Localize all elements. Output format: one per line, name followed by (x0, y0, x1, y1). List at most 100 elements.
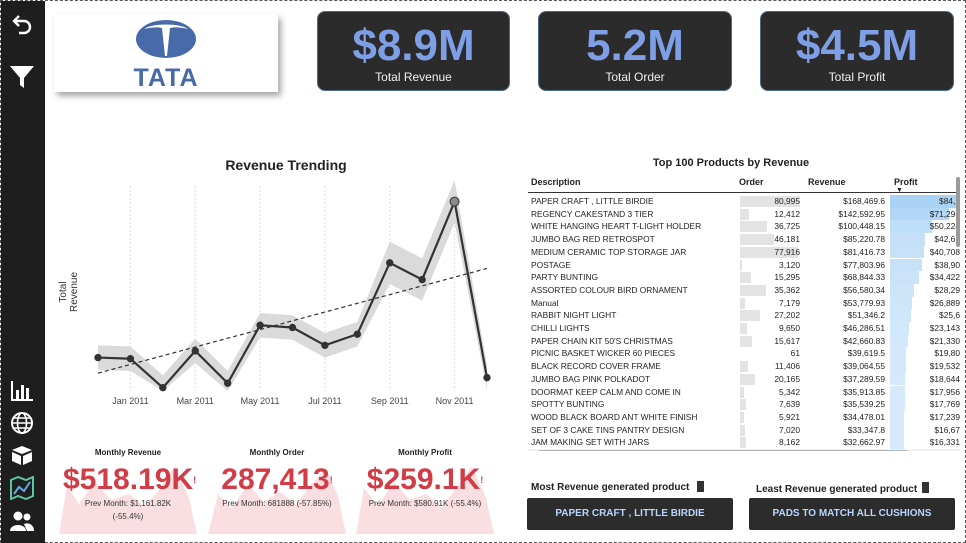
data-point[interactable] (126, 354, 135, 363)
cell-description: RABBIT NIGHT LIGHT (531, 310, 617, 321)
trend-y-axis-label: Total Revenue (58, 271, 80, 313)
cell-profit: $40,708 (929, 246, 960, 257)
column-header-description[interactable]: Description (531, 177, 581, 187)
table-row[interactable]: SPOTTY BUNTING 7,639 $35,539.25 $17,769 (528, 398, 960, 411)
order-bar (740, 234, 775, 246)
cell-revenue: $53,779.93 (843, 297, 885, 308)
data-point[interactable] (191, 347, 199, 355)
order-bar (740, 335, 752, 347)
cell-order: 9,650 (779, 323, 800, 333)
profit-bar (890, 245, 924, 259)
cell-description: PICNIC BASKET WICKER 60 PIECES (531, 348, 676, 359)
table-row[interactable]: BLACK RECORD COVER FRAME 11,406 $39,064.55… (528, 360, 960, 373)
data-point[interactable] (418, 275, 426, 284)
cell-description: SET OF 3 CAKE TINS PANTRY DESIGN (531, 424, 685, 435)
table-row[interactable]: REGENCY CAKESTAND 3 TIER 12,412 $142,592.9… (528, 207, 960, 221)
data-point[interactable] (223, 379, 232, 387)
monthly-order-card: Monthly Order 287,413! Prev Month: 68188… (208, 448, 346, 538)
cell-description: PARTY BUNTING (531, 272, 599, 283)
cell-order: 61 (790, 348, 800, 359)
cell-profit: $17,769 (929, 399, 960, 410)
cell-profit: $28,29 (934, 284, 960, 295)
monthly-card-pct: (-55.4%) (112, 512, 144, 521)
indicator-square-icon (697, 481, 704, 492)
vertical-scrollbar-thumb[interactable] (956, 177, 960, 247)
table-row[interactable]: DOORMAT KEEP CALM AND COME IN 5,342 $35,91… (528, 385, 960, 399)
table-row[interactable]: PAPER CHAIN KIT 50'S CHRISTMAS 15,617 $42,… (528, 334, 960, 348)
cell-order: 15,295 (774, 272, 800, 283)
cell-order: 46,181 (774, 234, 800, 245)
most-revenue-label: Most Revenue generated product (531, 482, 690, 493)
cell-profit: $19,80 (934, 348, 960, 359)
profit-bar (890, 309, 912, 322)
cell-description: POSTAGE (531, 259, 571, 270)
column-header-revenue[interactable]: Revenue (808, 177, 846, 187)
table-row[interactable]: PICNIC BASKET WICKER 60 PIECES 61 $39,619.… (528, 347, 960, 361)
data-point[interactable] (256, 321, 264, 329)
cell-revenue: $35,913.85 (843, 386, 885, 397)
cell-description: PAPER CHAIN KIT 50'S CHRISTMAS (531, 335, 673, 346)
least-revenue-product-button[interactable]: PADS TO MATCH ALL CUSHIONS (749, 498, 955, 530)
kpi-value: 5.2M (586, 21, 684, 70)
table-row[interactable]: MEDIUM CERAMIC TOP STORAGE JAR 77,916 $81,… (528, 245, 960, 259)
back-arrow-icon[interactable] (7, 9, 37, 37)
table-row[interactable]: JUMBO BAG RED RETROSPOT 46,181 $85,220.78 $… (528, 233, 960, 246)
tata-logo-icon (136, 20, 196, 58)
cell-profit: $34,422 (929, 272, 960, 283)
table-row[interactable]: JUMBO BAG PINK POLKADOT 20,165 $37,289.59 $… (528, 372, 960, 386)
cell-profit: $17,956 (929, 386, 960, 397)
revenue-trend-chart[interactable]: Jan 2011 Mar 2011 May 2011 Jul 2011 Sep 2011… (81, 176, 501, 416)
cell-profit: $19,532 (929, 361, 960, 372)
alert-icon: ! (329, 475, 333, 485)
horizontal-scrollbar-thumb[interactable] (538, 450, 908, 451)
data-point[interactable] (321, 341, 329, 350)
table-row[interactable]: POSTAGE 3,120 $77,803.96 $38,90 (528, 258, 960, 272)
map-icon[interactable] (7, 474, 37, 502)
order-bar (740, 272, 752, 284)
table-row[interactable]: PARTY BUNTING 15,295 $68,844.33 $34,422 (528, 271, 960, 284)
data-point[interactable] (94, 353, 102, 362)
table-row[interactable]: ASSORTED COLOUR BIRD ORNAMENT 35,362 $56,5… (528, 283, 960, 297)
column-header-profit[interactable]: Profit (894, 177, 918, 187)
table-row[interactable]: PAPER CRAFT , LITTLE BIRDIE 80,995 $168,46… (528, 195, 960, 208)
box-icon[interactable] (7, 441, 37, 469)
order-bar (740, 399, 746, 411)
most-revenue-product-button[interactable]: PAPER CRAFT , LITTLE BIRDIE (527, 498, 733, 530)
cell-revenue: $46,286.51 (843, 323, 885, 333)
data-point[interactable] (159, 383, 167, 392)
table-row[interactable]: SET OF 3 CAKE TINS PANTRY DESIGN 7,020 $33… (528, 423, 960, 437)
order-bar (740, 424, 746, 436)
cell-profit: $26,889 (929, 297, 960, 308)
cell-revenue: $33,347.8 (847, 424, 885, 435)
table-row[interactable]: WHITE HANGING HEART T-LIGHT HOLDER 36,725… (528, 220, 960, 234)
cell-revenue: $56,580.34 (843, 284, 885, 295)
profit-bar (890, 322, 910, 335)
data-point[interactable] (483, 373, 491, 382)
bar-chart-icon[interactable] (7, 377, 37, 405)
cell-profit: $16,331 (929, 437, 960, 448)
data-point[interactable] (288, 323, 297, 332)
x-tick-label: Nov 2011 (436, 396, 474, 406)
table-row[interactable]: CHILLI LIGHTS 9,650 $46,286.51 $23,143 (528, 322, 960, 335)
profit-bar (890, 258, 923, 272)
alert-icon: ! (480, 475, 484, 485)
cell-revenue: $39,064.55 (843, 361, 885, 372)
data-point[interactable] (386, 259, 394, 267)
cell-revenue: $68,844.33 (843, 272, 885, 283)
cell-description: JAM MAKING SET WITH JARS (531, 437, 650, 448)
column-header-order[interactable]: Order (739, 177, 764, 187)
table-row[interactable]: JAM MAKING SET WITH JARS 8,162 $32,662.97 $… (528, 436, 960, 449)
products-table[interactable]: Description Order Revenue Profit ▼ PAPER… (528, 173, 960, 451)
cell-revenue: $77,803.96 (843, 259, 885, 270)
filter-icon[interactable] (7, 63, 37, 91)
cell-revenue: $168,469.6 (843, 196, 885, 206)
users-icon[interactable] (7, 507, 37, 535)
table-row[interactable]: RABBIT NIGHT LIGHT 27,202 $51,346.2 $25,6 (528, 309, 960, 322)
cell-revenue: $35,539.25 (843, 399, 885, 410)
data-point[interactable] (353, 330, 362, 338)
data-point[interactable] (449, 196, 460, 207)
table-row[interactable]: Manual 7,179 $53,779.93 $26,889 (528, 296, 960, 310)
table-row[interactable]: WOOD BLACK BOARD ANT WHITE FINISH 5,921 $3… (528, 410, 960, 424)
globe-icon[interactable] (7, 409, 37, 437)
sidebar (1, 1, 45, 543)
